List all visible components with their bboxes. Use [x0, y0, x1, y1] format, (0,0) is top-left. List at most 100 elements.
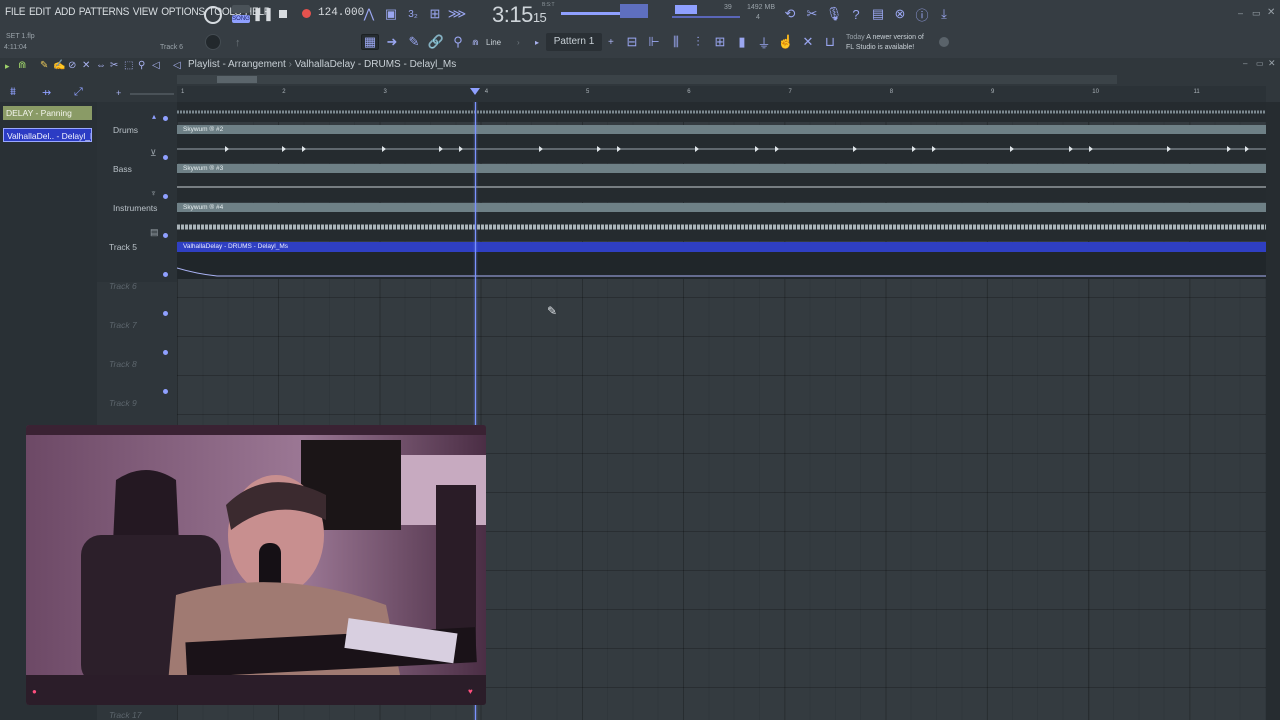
save-icon[interactable]: ▤	[869, 5, 887, 23]
playlist-close-icon[interactable]: ✕	[1268, 58, 1276, 69]
main-volume-slider[interactable]	[561, 12, 621, 15]
automation-clip-header[interactable]: ValhallaDelay - DRUMS - Delayl_Ms	[177, 242, 1266, 252]
track-activity-dot[interactable]	[163, 116, 168, 121]
pattern-item[interactable]: DELAY - Panning	[3, 106, 92, 120]
audio-clip-header[interactable]: Skywum ® #2	[177, 125, 1266, 134]
breadcrumb-back-icon[interactable]: ◁	[173, 60, 181, 71]
snap-next-icon[interactable]: ›	[517, 38, 520, 47]
undo-history-icon[interactable]: ⟲	[781, 5, 799, 23]
piano-roll-icon[interactable]: ▦	[361, 34, 379, 50]
step-edit-icon[interactable]: ⊞	[426, 5, 444, 23]
cut-icon[interactable]: ✂	[803, 5, 821, 23]
touch-keyboard-icon[interactable]: ☝	[777, 33, 795, 51]
playlist-icon[interactable]: ⊟	[623, 33, 641, 51]
audio-clip-body[interactable]	[177, 173, 1266, 202]
horizontal-scrollbar[interactable]	[177, 75, 1117, 84]
mixer-icon[interactable]: ⫼	[667, 33, 685, 51]
playlist-minimize-icon[interactable]: ‒	[1243, 59, 1247, 68]
automation-clip-body[interactable]	[177, 252, 1266, 279]
split-icon[interactable]: ⇸	[42, 86, 51, 99]
link-icon[interactable]: 🔗	[427, 33, 445, 51]
pattern-prev-icon[interactable]: ▸	[535, 38, 539, 47]
track-activity-dot[interactable]	[163, 350, 168, 355]
plugin-picker-icon[interactable]: ⏚	[755, 33, 773, 51]
add-pattern-icon[interactable]: +	[608, 37, 614, 48]
timeline-ruler[interactable]: 1 2 3 4 5 6 7 8 9 10 11	[177, 86, 1266, 103]
track-name-track-5[interactable]: Track 5	[109, 242, 137, 252]
magnet-icon[interactable]: ⋒	[18, 60, 26, 71]
track-activity-dot[interactable]	[163, 311, 168, 316]
faders-icon[interactable]: ⫶	[689, 33, 707, 51]
pattern-picker-icon[interactable]: ⩩	[10, 86, 16, 99]
track-name-track-7[interactable]: Track 7	[109, 320, 137, 330]
track-name-drums[interactable]: Drums	[113, 125, 138, 135]
audio-clip-header[interactable]: Skywum ® #3	[177, 164, 1266, 173]
slice-tool-icon[interactable]: ✂	[110, 60, 118, 71]
snap-selector[interactable]: Line	[486, 38, 501, 47]
playhead-marker-icon[interactable]	[470, 88, 480, 95]
browser-icon[interactable]: ⊞	[711, 33, 729, 51]
arrow-right-icon[interactable]: ➜	[383, 33, 401, 51]
delete-tool-icon[interactable]: ⊘	[68, 60, 76, 71]
menu-file[interactable]: FILE	[5, 6, 26, 18]
menu-add[interactable]: ADD	[55, 6, 76, 18]
pattern-selector[interactable]: Pattern 1	[546, 33, 602, 51]
microphone-icon[interactable]: 🎙	[825, 5, 843, 23]
help-icon[interactable]: ?	[847, 5, 865, 23]
audio-clip-body[interactable]	[177, 212, 1266, 241]
song-pattern-switch[interactable]: SONG	[232, 5, 252, 25]
select-tool-icon[interactable]: ⬚	[124, 60, 133, 71]
track-name-track-8[interactable]: Track 8	[109, 359, 137, 369]
track-activity-dot[interactable]	[163, 233, 168, 238]
track-name-bass[interactable]: Bass	[113, 164, 132, 174]
news-panel[interactable]: Today A newer version of FL Studio is av…	[846, 33, 924, 53]
audio-clip-header[interactable]: Skywum ® #4	[177, 203, 1266, 212]
track-activity-dot[interactable]	[163, 155, 168, 160]
playlist-maximize-icon[interactable]: ▭	[1256, 59, 1264, 68]
master-volume-knob[interactable]	[204, 6, 222, 24]
menu-patterns[interactable]: PATTERNS	[79, 6, 130, 18]
breadcrumb-root[interactable]: Playlist - Arrangement	[188, 59, 286, 70]
mute-tool-icon[interactable]: ✕	[82, 60, 90, 71]
export-icon[interactable]: ⊔	[821, 33, 839, 51]
metronome-icon[interactable]: ⋀	[360, 5, 378, 23]
track-up-icon[interactable]: ▴	[152, 112, 156, 121]
track-height-slider[interactable]	[130, 93, 174, 95]
pause-icon[interactable]: ❚❚	[252, 5, 274, 23]
playback-tool-icon[interactable]: ◁	[152, 60, 160, 71]
audio-clip-body[interactable]	[177, 102, 1266, 122]
add-track-icon[interactable]: +	[116, 88, 121, 98]
track-name-track-17[interactable]: Track 17	[109, 710, 141, 720]
snap-magnet-icon[interactable]: ⋒	[472, 38, 479, 47]
audio-clip-body[interactable]	[177, 134, 1266, 163]
zoom-tool-icon[interactable]: ⚲	[138, 60, 145, 71]
blend-notes-icon[interactable]: ⋙	[448, 5, 467, 23]
vertical-scrollbar[interactable]	[1266, 102, 1280, 720]
menu-options[interactable]: OPTIONS	[161, 6, 205, 18]
playlist-menu-icon[interactable]: ▸	[5, 61, 10, 72]
maximize-icon[interactable]: ▭	[1252, 8, 1261, 19]
tempo-display[interactable]: 124.000	[318, 7, 364, 19]
slip-tool-icon[interactable]: ⇔	[96, 60, 106, 71]
stamp-icon[interactable]: ⚲	[449, 33, 467, 51]
track-name-track-6[interactable]: Track 6	[109, 281, 137, 291]
menu-edit[interactable]: EDIT	[29, 6, 51, 18]
channel-rack-icon[interactable]: ⊩	[645, 33, 663, 51]
record-icon[interactable]	[302, 9, 311, 18]
track-activity-dot[interactable]	[163, 389, 168, 394]
countdown-icon[interactable]: 3₂	[404, 5, 422, 23]
stop-icon[interactable]	[279, 10, 287, 18]
info-icon[interactable]: ⓘ	[913, 5, 931, 23]
draw-tool-icon[interactable]: ✎	[405, 33, 423, 51]
pattern-item-selected[interactable]: ValhallaDel.. - Delayl_Ms	[3, 128, 92, 142]
wait-input-icon[interactable]: ▣	[382, 5, 400, 23]
track-name-instruments[interactable]: Instruments	[113, 203, 157, 213]
scroll-thumb[interactable]	[217, 76, 257, 83]
automation-icon[interactable]: ⤢	[74, 86, 83, 99]
plugin-icon[interactable]: ⊗	[891, 5, 909, 23]
tools-icon[interactable]: ✕	[799, 33, 817, 51]
breadcrumb-item[interactable]: ValhallaDelay - DRUMS - Delayl_Ms	[295, 59, 457, 70]
master-pitch-knob[interactable]	[205, 34, 221, 50]
minimize-icon[interactable]: ‒	[1238, 8, 1243, 18]
track-name-track-9[interactable]: Track 9	[109, 398, 137, 408]
